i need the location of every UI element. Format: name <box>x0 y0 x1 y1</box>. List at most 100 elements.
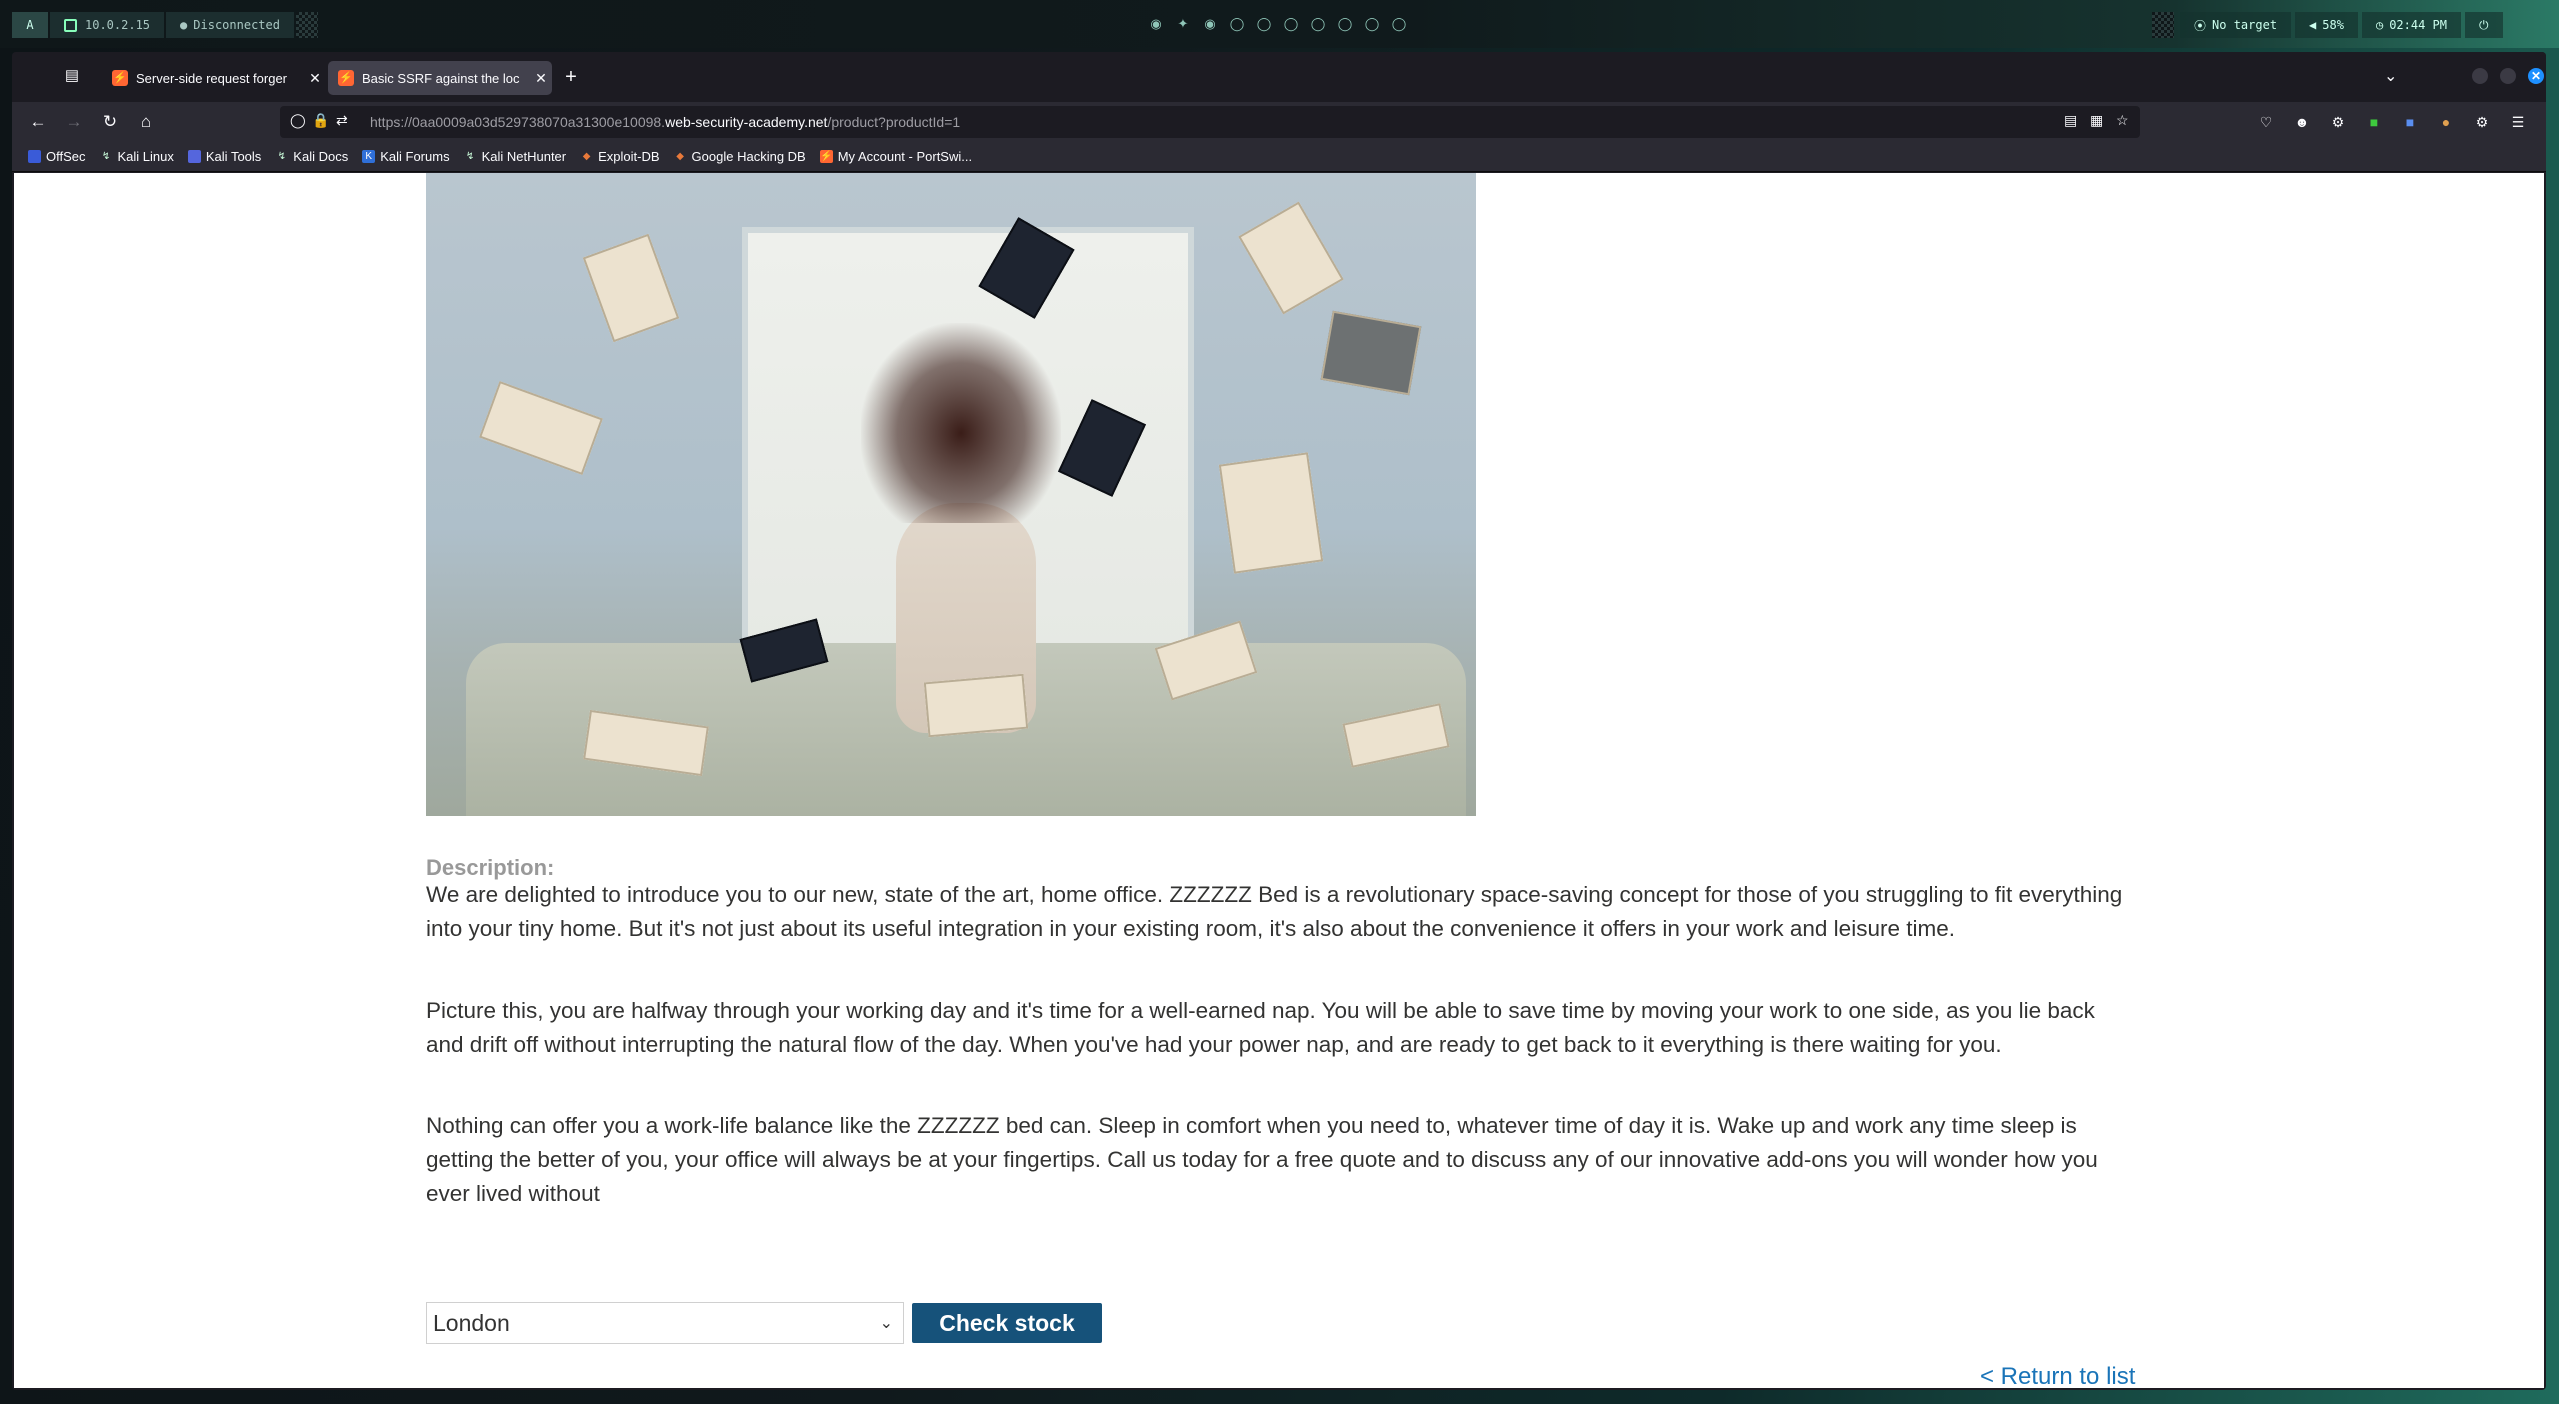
bookmark-label: Google Hacking DB <box>691 149 806 164</box>
kali-tools-icon <box>187 150 201 163</box>
app-menu-glyph: A <box>26 18 34 32</box>
bookmark-label: Kali Docs <box>293 149 349 164</box>
desktop-top-panel: A 10.0.2.15 ● Disconnected ◉ ✦ ◉ ◯ ◯ ◯ ◯ … <box>0 0 2559 48</box>
tab-close-icon[interactable]: ✕ <box>530 70 552 87</box>
translate-icon[interactable]: ▦ <box>2090 112 2103 129</box>
bookmark-star-icon[interactable]: ☆ <box>2116 112 2129 129</box>
workspace-1-icon[interactable]: ◉ <box>1148 16 1164 32</box>
workspace-5-icon[interactable]: ◯ <box>1256 16 1272 32</box>
workspace-10-icon[interactable]: ◯ <box>1391 16 1407 32</box>
ip-indicator[interactable]: 10.0.2.15 <box>50 12 165 38</box>
kali-dragon-icon: ↯ <box>277 151 286 162</box>
exploit-db-icon: ◆ <box>676 151 684 162</box>
url-text[interactable]: https://0aa0009a03d529738070a31300e10098… <box>370 114 960 130</box>
cookie-extension-icon[interactable]: ● <box>2436 112 2456 132</box>
bookmark-label: Kali Linux <box>117 149 174 164</box>
workspace-7-icon[interactable]: ◯ <box>1310 16 1326 32</box>
target-label: No target <box>2212 18 2278 32</box>
tracking-shield-icon[interactable]: ◯ <box>290 112 306 129</box>
settings-extension-icon[interactable]: ⚙ <box>2472 112 2492 132</box>
address-bar[interactable]: ◯ 🔒 ⇄ https://0aa0009a03d529738070a31300… <box>280 106 2140 138</box>
bookmark-kali-linux[interactable]: ↯ Kali Linux <box>100 149 174 164</box>
tab-server-side-request-forgery[interactable]: ⚡ Server-side request forger ✕ <box>102 61 326 95</box>
tab-close-icon[interactable]: ✕ <box>304 70 326 87</box>
workspace-6-icon[interactable]: ◯ <box>1283 16 1299 32</box>
url-domain: web-security-academy.net <box>665 114 828 130</box>
return-to-list-link[interactable]: < Return to list <box>1980 1363 2135 1388</box>
minimize-window-button[interactable] <box>2472 68 2488 84</box>
workspace-2-icon[interactable]: ✦ <box>1175 16 1191 32</box>
workspace-9-icon[interactable]: ◯ <box>1364 16 1380 32</box>
firefox-view-icon[interactable]: ▤ <box>62 66 82 86</box>
reload-icon[interactable]: ↻ <box>98 110 122 134</box>
maximize-window-button[interactable] <box>2500 68 2516 84</box>
panel-separator <box>295 12 318 38</box>
bookmark-kali-nethunter[interactable]: ↯ Kali NetHunter <box>464 149 566 164</box>
clock-icon: ◷ <box>2375 18 2384 32</box>
bookmark-google-hacking-db[interactable]: ◆ Google Hacking DB <box>674 149 806 164</box>
page-content: Description: We are delighted to introdu… <box>14 173 2544 1388</box>
bookmark-label: OffSec <box>46 149 86 164</box>
bookmark-offsec[interactable]: OffSec <box>28 149 86 164</box>
hamburger-menu-icon[interactable]: ☰ <box>2508 112 2528 132</box>
chevron-down-icon: ⌄ <box>879 1315 893 1332</box>
panel-separator-right <box>2152 12 2174 38</box>
home-icon[interactable]: ⌂ <box>134 110 158 134</box>
kali-forums-icon: K <box>362 150 376 163</box>
vpn-indicator[interactable]: ● Disconnected <box>166 12 294 38</box>
list-all-tabs-chevron-icon[interactable]: ⌄ <box>2384 66 2397 86</box>
close-window-button[interactable]: ✕ <box>2528 68 2544 84</box>
bookmark-label: My Account - PortSwi... <box>837 149 973 164</box>
store-location-value: London <box>433 1309 510 1336</box>
url-path: /product?productId=1 <box>827 114 961 130</box>
bookmark-label: Kali Forums <box>380 149 450 164</box>
kali-dragon-icon: ↯ <box>465 151 475 162</box>
tab-title: Server-side request forger <box>136 70 288 86</box>
check-stock-button[interactable]: Check stock <box>912 1303 1102 1343</box>
volume-label: 58% <box>2322 18 2344 32</box>
permissions-icon[interactable]: ⇄ <box>336 112 348 129</box>
image-book <box>479 380 603 476</box>
image-book <box>1218 452 1324 574</box>
speaker-icon: ◀ <box>2309 18 2317 32</box>
back-arrow-icon[interactable]: ← <box>26 110 50 134</box>
clock-indicator[interactable]: ◷ 02:44 PM <box>2361 12 2461 38</box>
bookmark-kali-tools[interactable]: Kali Tools <box>187 149 261 164</box>
offsec-icon <box>28 150 41 163</box>
bookmark-exploit-db[interactable]: ◆ Exploit-DB <box>580 149 660 164</box>
workspace-switcher: ◉ ✦ ◉ ◯ ◯ ◯ ◯ ◯ ◯ ◯ <box>1148 16 1407 32</box>
volume-indicator[interactable]: ◀ 58% <box>2295 12 2358 38</box>
vpn-status-label: Disconnected <box>193 18 280 32</box>
workspace-8-icon[interactable]: ◯ <box>1337 16 1353 32</box>
power-button[interactable]: ⏻ <box>2465 12 2503 38</box>
store-location-select[interactable]: London ⌄ <box>426 1302 904 1344</box>
exploit-db-icon: ◆ <box>582 151 591 162</box>
image-book <box>923 673 1029 738</box>
description-paragraph-3: Nothing can offer you a work-life balanc… <box>426 1113 2098 1206</box>
extensions-icon[interactable]: ⚙ <box>2328 112 2348 132</box>
translator-extension-icon[interactable]: ■ <box>2400 112 2420 132</box>
portswigger-favicon-icon: ⚡ <box>112 70 128 86</box>
app-menu-button[interactable]: A <box>12 12 48 38</box>
account-icon[interactable]: ☻ <box>2292 112 2312 132</box>
reader-view-icon[interactable]: ▤ <box>2064 112 2077 129</box>
new-tab-plus-icon[interactable]: + <box>560 66 582 88</box>
workspace-4-icon[interactable]: ◯ <box>1229 16 1245 32</box>
portswigger-favicon-icon: ⚡ <box>338 70 354 86</box>
pocket-icon[interactable]: ♡ <box>2256 112 2276 132</box>
tab-basic-ssrf[interactable]: ⚡ Basic SSRF against the loc ✕ <box>328 61 552 95</box>
target-indicator[interactable]: ⦿ No target <box>2180 12 2292 38</box>
bookmark-kali-forums[interactable]: K Kali Forums <box>362 149 450 164</box>
url-prefix: https://0aa0009a03d529738070a31300e10098… <box>370 114 666 130</box>
description-paragraph-1: We are delighted to introduce you to our… <box>426 882 2123 941</box>
forward-arrow-icon[interactable]: → <box>62 110 86 134</box>
bookmarks-toolbar: OffSec ↯ Kali Linux Kali Tools ↯ Kali Docs… <box>12 142 2546 172</box>
product-image <box>426 173 1476 816</box>
lock-icon[interactable]: 🔒 <box>312 112 329 129</box>
bookmark-kali-docs[interactable]: ↯ Kali Docs <box>275 149 349 164</box>
foxyproxy-extension-icon[interactable]: ■ <box>2364 112 2384 132</box>
image-book <box>1238 201 1344 315</box>
bookmark-my-account-portswigger[interactable]: ⚡ My Account - PortSwi... <box>819 149 973 164</box>
workspace-3-icon[interactable]: ◉ <box>1202 16 1218 32</box>
target-icon: ⦿ <box>2194 18 2207 33</box>
